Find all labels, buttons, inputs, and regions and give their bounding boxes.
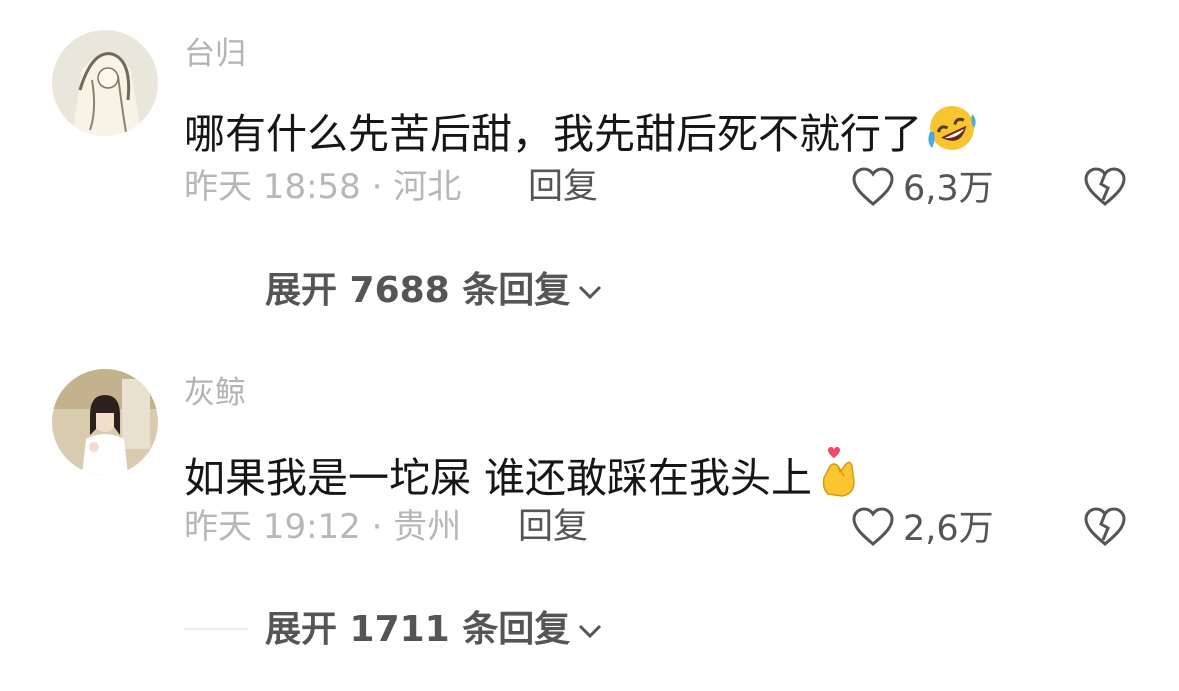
- like-count: 2,6万: [903, 508, 994, 549]
- comment-meta: 昨天 19:12 · 贵州: [184, 507, 462, 547]
- reply-button[interactable]: 回复: [528, 170, 598, 205]
- broken-heart-icon: [1083, 507, 1127, 552]
- expand-replies-label: 展开 1711 条回复: [265, 609, 571, 650]
- reply-button[interactable]: 回复: [518, 510, 588, 545]
- like-button[interactable]: 6,3万: [851, 166, 994, 212]
- heart-outline-icon: [851, 166, 895, 212]
- avatar[interactable]: [52, 30, 158, 136]
- comment-text-content: 哪有什么先苦后甜，我先甜后死不就行了: [184, 110, 922, 158]
- chevron-down-icon: [576, 612, 604, 648]
- comment-text-content: 如果我是一坨屎 谁还敢踩在我头上: [184, 454, 813, 502]
- expand-replies-button[interactable]: 展开 7688 条回复: [265, 273, 604, 309]
- heart-outline-icon: [851, 506, 895, 552]
- broken-heart-icon: [1083, 167, 1127, 212]
- expand-replies-button[interactable]: 展开 1711 条回复: [265, 612, 604, 648]
- like-button[interactable]: 2,6万: [851, 506, 994, 552]
- username[interactable]: 台归: [184, 39, 246, 70]
- username[interactable]: 灰鲸: [184, 378, 246, 409]
- finger-heart-emoji-icon: [816, 442, 862, 505]
- chevron-down-icon: [576, 273, 604, 309]
- expand-replies-label: 展开 7688 条回复: [265, 270, 571, 311]
- comment-text: 如果我是一坨屎 谁还敢踩在我头上: [184, 442, 862, 505]
- reply-divider: [184, 628, 248, 630]
- dislike-button[interactable]: [1083, 506, 1127, 552]
- like-count: 6,3万: [903, 168, 994, 209]
- rofl-emoji-icon: [926, 102, 978, 161]
- dislike-button[interactable]: [1083, 166, 1127, 212]
- avatar[interactable]: [52, 369, 158, 475]
- comment-meta: 昨天 18:58 · 河北: [184, 167, 462, 207]
- comment-text: 哪有什么先苦后甜，我先甜后死不就行了: [184, 102, 978, 161]
